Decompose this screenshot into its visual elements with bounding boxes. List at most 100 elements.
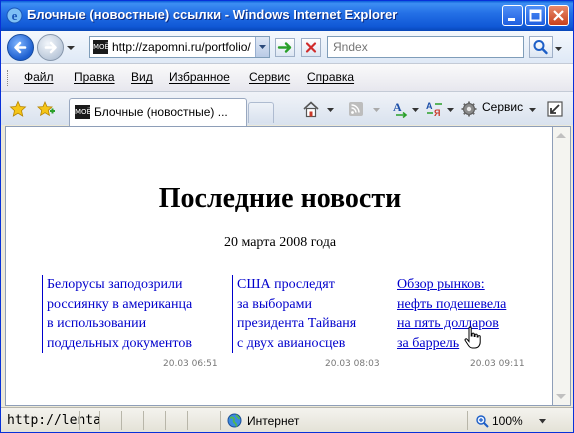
news-link[interactable]: США проследят за выборами президента Тай… bbox=[232, 275, 410, 353]
title-bar[interactable]: e Блочные (новостные) ссылки - Windows I… bbox=[1, 1, 573, 31]
arrow-right-icon bbox=[44, 41, 57, 54]
status-divider bbox=[121, 411, 122, 430]
page-headline: Последние новости bbox=[158, 183, 402, 214]
maximize-icon bbox=[526, 6, 545, 25]
add-favorite-icon[interactable] bbox=[37, 100, 55, 118]
go-button[interactable] bbox=[275, 38, 295, 57]
minimize-icon bbox=[503, 6, 522, 25]
address-url[interactable]: http://zapomni.ru/portfolio/ bbox=[112, 40, 251, 54]
news-line: на пять долларов bbox=[397, 316, 499, 331]
svg-text:A: A bbox=[393, 100, 402, 114]
tab-label: Блочные (новостные) ... bbox=[94, 105, 228, 119]
arrow-left-icon bbox=[14, 41, 27, 54]
rss-dropdown-icon[interactable] bbox=[373, 99, 381, 119]
menu-bar: Файл Правка Вид Избранное Сервис Справка bbox=[1, 63, 573, 91]
scroll-down-icon[interactable] bbox=[556, 394, 566, 399]
news-link[interactable]: Белорусы заподозрили россиянку в америка… bbox=[42, 275, 220, 353]
status-divider bbox=[165, 411, 166, 430]
rss-feed-icon[interactable] bbox=[347, 99, 365, 119]
status-divider bbox=[143, 411, 144, 430]
menu-favorites[interactable]: Избранное bbox=[169, 70, 230, 84]
tab-active[interactable]: МОЁ Блочные (новостные) ... bbox=[69, 98, 247, 126]
window-title: Блочные (новостные) ссылки - Windows Int… bbox=[27, 7, 398, 22]
new-tab-button[interactable] bbox=[248, 102, 274, 123]
status-divider bbox=[79, 411, 80, 430]
status-divider bbox=[467, 411, 468, 430]
search-options-dropdown-icon[interactable] bbox=[554, 44, 563, 53]
globe-icon bbox=[227, 413, 242, 428]
news-line: в использовании bbox=[47, 316, 147, 331]
news-line: Обзор рынков: bbox=[397, 277, 485, 292]
security-zone[interactable]: Интернет bbox=[247, 414, 299, 428]
gear-icon[interactable] bbox=[460, 99, 478, 119]
minimize-button[interactable] bbox=[502, 5, 523, 26]
news-line: поддельных документов bbox=[47, 335, 192, 351]
news-time: 20.03 09:11 bbox=[470, 359, 525, 369]
status-bar: http://lenta Интернет 100% bbox=[1, 407, 573, 432]
address-dropdown-button[interactable] bbox=[255, 37, 269, 57]
search-input[interactable] bbox=[328, 37, 523, 57]
go-arrow-icon bbox=[277, 42, 292, 53]
close-button[interactable] bbox=[548, 5, 569, 26]
status-divider bbox=[99, 411, 100, 430]
close-icon bbox=[549, 6, 568, 25]
page-content: Последние новости 20 марта 2008 года Бел… bbox=[5, 126, 553, 406]
hand-cursor-icon bbox=[464, 326, 481, 349]
status-divider bbox=[187, 411, 188, 430]
page-date: 20 марта 2008 года bbox=[223, 235, 337, 250]
zoom-icon[interactable] bbox=[475, 414, 489, 428]
home-icon[interactable] bbox=[301, 99, 321, 119]
news-line: Белорусы заподозрили bbox=[47, 277, 183, 292]
menu-file[interactable]: Файл bbox=[24, 70, 54, 84]
home-dropdown-icon[interactable] bbox=[327, 99, 335, 119]
chevron-down-icon bbox=[259, 45, 266, 49]
menu-grip[interactable] bbox=[7, 70, 10, 86]
news-line: США проследят bbox=[237, 277, 335, 292]
tools-label[interactable]: Сервис bbox=[482, 100, 523, 114]
site-favicon: МОЁ bbox=[93, 40, 109, 54]
scroll-up-icon[interactable] bbox=[556, 133, 566, 138]
ie-logo-icon: e bbox=[6, 7, 23, 24]
news-line: с двух авианосцев bbox=[237, 335, 346, 351]
tab-favicon: МОЁ bbox=[75, 105, 91, 119]
svg-text:e: e bbox=[12, 8, 18, 23]
maximize-button[interactable] bbox=[525, 5, 546, 26]
translate-icon[interactable]: A Я bbox=[425, 99, 447, 119]
status-text: http://lenta bbox=[7, 413, 101, 428]
news-time: 20.03 06:51 bbox=[163, 359, 218, 369]
news-block: Белорусы заподозрили россиянку в америка… bbox=[42, 275, 220, 369]
menu-help[interactable]: Справка bbox=[307, 70, 354, 84]
menu-view[interactable]: Вид bbox=[131, 70, 153, 84]
history-dropdown-icon[interactable] bbox=[67, 44, 75, 52]
back-button[interactable] bbox=[7, 34, 34, 61]
news-line: за баррель bbox=[397, 335, 460, 351]
news-line: за выборами bbox=[237, 296, 312, 312]
menu-edit[interactable]: Правка bbox=[74, 70, 115, 84]
tab-bar: МОЁ Блочные (новостные) ... A A Я Сервис bbox=[1, 91, 573, 126]
vertical-scrollbar[interactable] bbox=[553, 126, 571, 406]
menu-tools[interactable]: Сервис bbox=[249, 70, 290, 84]
news-line: россиянку в американца bbox=[47, 296, 193, 312]
zoom-level[interactable]: 100% bbox=[492, 414, 523, 428]
search-box[interactable] bbox=[327, 36, 524, 58]
svg-text:Я: Я bbox=[434, 108, 440, 118]
address-toolbar: МОЁ http://zapomni.ru/portfolio/ bbox=[1, 31, 573, 63]
status-divider bbox=[220, 411, 221, 430]
news-line: нефть подешевела bbox=[397, 296, 507, 312]
news-time: 20.03 08:03 bbox=[325, 359, 380, 369]
translate-dropdown-icon[interactable] bbox=[447, 99, 455, 119]
favorites-star-icon[interactable] bbox=[9, 100, 27, 118]
zoom-dropdown-icon[interactable] bbox=[539, 418, 546, 425]
svg-text:A: A bbox=[426, 101, 433, 111]
encoding-icon[interactable]: A bbox=[392, 99, 412, 119]
research-icon[interactable] bbox=[546, 99, 564, 119]
forward-button[interactable] bbox=[37, 34, 64, 61]
news-block: США проследят за выборами президента Тай… bbox=[232, 275, 410, 369]
stop-button[interactable] bbox=[301, 38, 321, 57]
address-field[interactable]: МОЁ http://zapomni.ru/portfolio/ bbox=[89, 36, 270, 58]
browser-window: e Блочные (новостные) ссылки - Windows I… bbox=[0, 0, 574, 433]
tools-dropdown-icon[interactable] bbox=[529, 99, 537, 119]
search-button[interactable] bbox=[529, 36, 553, 58]
news-line: президента Тайваня bbox=[237, 316, 357, 331]
encoding-dropdown-icon[interactable] bbox=[412, 99, 420, 119]
